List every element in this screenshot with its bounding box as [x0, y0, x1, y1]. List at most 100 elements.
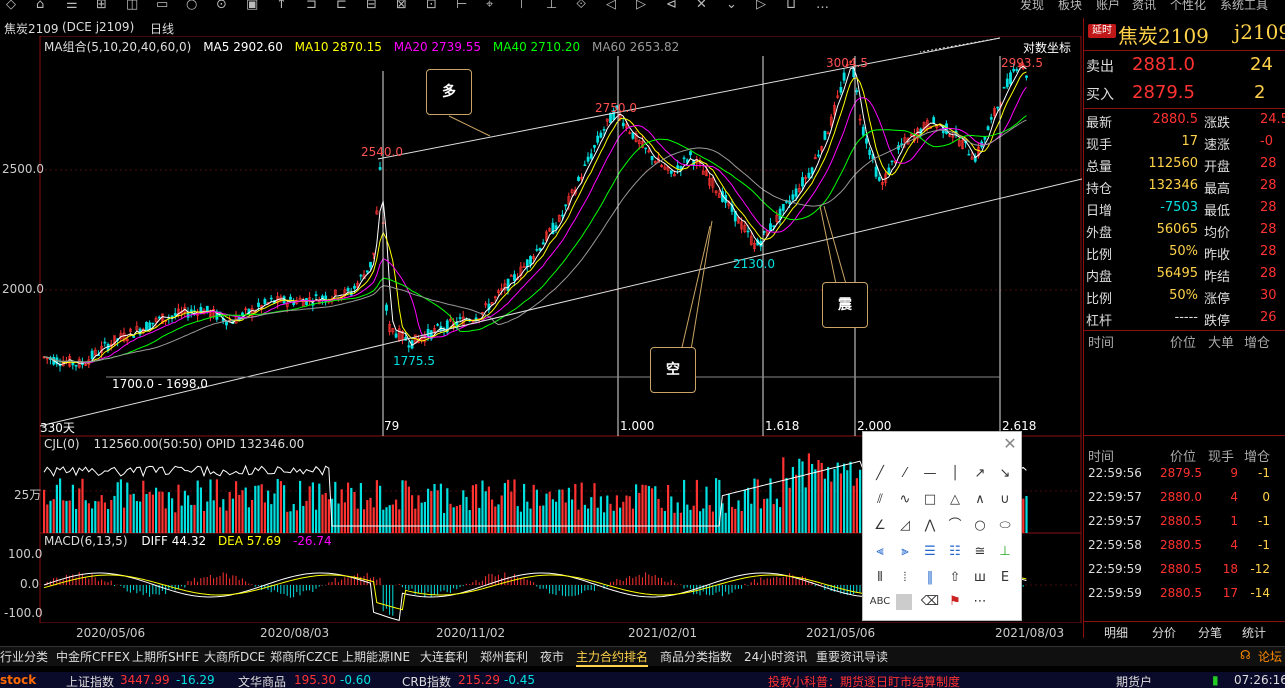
account-type[interactable]: 期货户 — [1116, 673, 1152, 688]
toolbar-icon[interactable]: ✕ — [696, 0, 707, 12]
comb-icon[interactable]: ш — [969, 568, 991, 588]
index2-name[interactable]: 文华商品 — [238, 673, 286, 688]
toolbar-icon[interactable]: ⟐ — [576, 0, 586, 12]
tab-shfe[interactable]: 上期所SHFE — [132, 648, 199, 665]
up-arrow-icon[interactable]: ⇧ — [944, 568, 966, 588]
toolbar-menu-account[interactable]: 账户 — [1096, 0, 1120, 13]
zigzag-icon[interactable]: ∧ — [969, 490, 991, 510]
more-tools-icon[interactable]: ⋯ — [969, 592, 991, 612]
index3-name[interactable]: CRB指数 — [402, 673, 451, 688]
toolbar-icon[interactable]: ⊥ — [546, 0, 557, 12]
toolbar-icon[interactable]: ⊐ — [306, 0, 317, 12]
fib-time-icon[interactable]: ⦙ — [894, 568, 916, 588]
callout-range[interactable]: 震 — [822, 282, 868, 328]
parallel-icon[interactable]: ⫽ — [869, 490, 891, 510]
angle-icon[interactable]: ◿ — [894, 516, 916, 536]
period-lines-icon[interactable]: ⦀ — [869, 568, 891, 588]
toolbar-menu-tools[interactable]: 系统工具 — [1220, 0, 1268, 13]
tab-price[interactable]: 分价 — [1152, 624, 1176, 641]
tab-dalian-arb[interactable]: 大连套利 — [420, 648, 468, 665]
close-icon[interactable]: ✕ — [999, 434, 1021, 454]
fib-retrace-icon[interactable]: ☰ — [919, 542, 941, 562]
toolbar-menu-news[interactable]: 资讯 — [1132, 0, 1156, 13]
toolbar-icon[interactable]: ▷ — [756, 0, 766, 12]
toolbar-icon[interactable]: ⊞ — [96, 0, 107, 12]
tab-ine[interactable]: 上期能源INE — [342, 648, 410, 665]
forum-icon[interactable]: ☊ — [1240, 648, 1251, 662]
eraser-icon[interactable]: ⌫ — [919, 592, 941, 612]
arrow-down-icon[interactable]: ↘ — [994, 464, 1016, 484]
volume-indicator-name[interactable]: CJL(0) — [44, 437, 80, 451]
candlestick-chart[interactable] — [0, 36, 1082, 436]
arc-icon[interactable]: ⌒ — [944, 516, 966, 536]
toolbar-icon[interactable]: ⌖ — [486, 0, 493, 12]
toolbar-icon[interactable]: ◇ — [6, 0, 16, 12]
toolbar-icon[interactable]: ⊢ — [456, 0, 467, 12]
toolbar-icon[interactable]: ⊤ — [516, 0, 527, 12]
tab-tick[interactable]: 分笔 — [1198, 624, 1222, 641]
tab-night[interactable]: 夜市 — [540, 648, 564, 665]
time-zone-icon[interactable]: ‖ — [919, 568, 941, 588]
color-swatch-icon[interactable] — [896, 594, 912, 610]
toolbar-icon[interactable]: ⊡ — [426, 0, 437, 12]
rect-icon[interactable]: □ — [919, 490, 941, 510]
fib-ext-icon[interactable]: ☷ — [944, 542, 966, 562]
bracket-icon[interactable]: Ε — [994, 568, 1016, 588]
gann-icon[interactable]: ∠ — [869, 516, 891, 536]
tab-important-news[interactable]: 重要资讯导读 — [816, 648, 888, 665]
toolbar-icon[interactable]: ⊔ — [786, 0, 796, 12]
toolbar-icon[interactable]: ▷ — [636, 0, 646, 12]
macd-indicator-name[interactable]: MACD(6,13,5) — [44, 534, 128, 548]
toolbar-icon[interactable]: ↑ — [276, 0, 287, 12]
toolbar-icon[interactable]: ◫ — [126, 0, 138, 12]
tab-24h-news[interactable]: 24小时资讯 — [744, 648, 807, 665]
toolbar-icon[interactable]: ⌂ — [36, 0, 44, 12]
triangle-icon[interactable]: △ — [944, 490, 966, 510]
toolbar-icon[interactable]: ○ — [186, 0, 197, 12]
wave-icon[interactable]: ∿ — [894, 490, 916, 510]
callout-bear[interactable]: 空 — [650, 347, 696, 393]
toolbar-icon[interactable]: ⊲ — [666, 0, 677, 12]
tab-commodity-index[interactable]: 商品分类指数 — [660, 648, 732, 665]
peak-icon[interactable]: ⋀ — [919, 516, 941, 536]
hline-icon[interactable]: — — [919, 464, 941, 484]
ma-group-label[interactable]: MA组合(5,10,20,40,60,0) — [44, 40, 191, 54]
toolbar-icon[interactable]: ⊟ — [366, 0, 377, 12]
circle-icon[interactable]: ○ — [969, 516, 991, 536]
tab-dce[interactable]: 大商所DCE — [204, 648, 265, 665]
forum-link[interactable]: 论坛 — [1258, 648, 1282, 665]
tab-stats[interactable]: 统计 — [1242, 624, 1266, 641]
tab-detail[interactable]: 明细 — [1104, 624, 1128, 641]
toolbar-menu-sector[interactable]: 板块 — [1058, 0, 1082, 13]
vline-icon[interactable]: │ — [944, 464, 966, 484]
cup-icon[interactable]: ∪ — [994, 490, 1016, 510]
toolbar-icon[interactable]: ◁ — [606, 0, 616, 12]
toolbar-icon[interactable]: ▣ — [246, 0, 258, 12]
speed-line-icon[interactable]: ⫸ — [894, 542, 916, 562]
toolbar-icon[interactable]: ⊙ — [216, 0, 227, 12]
toolbar-icon[interactable]: ☰ — [66, 0, 78, 12]
text-tool-icon[interactable]: ABC — [869, 592, 891, 612]
flag-icon[interactable]: ⚑ — [944, 592, 966, 612]
ray-icon[interactable]: ⁄ — [894, 464, 916, 484]
tab-industry[interactable]: 行业分类 — [0, 648, 48, 665]
segment-icon[interactable]: ╱ — [869, 464, 891, 484]
toolbar-icon[interactable]: ⌄ — [726, 0, 737, 12]
toolbar-menu-personal[interactable]: 个性化 — [1170, 0, 1206, 13]
channel-icon[interactable]: ≅ — [969, 542, 991, 562]
tab-main-ranking[interactable]: 主力合约排名 — [576, 648, 649, 667]
callout-bull[interactable]: 多 — [426, 69, 472, 115]
period-selector[interactable]: 日线 — [150, 20, 174, 37]
log-coord-toggle[interactable]: 对数坐标 — [1023, 39, 1071, 56]
gann-box-icon[interactable]: ⊥ — [994, 542, 1016, 562]
fib-fan-icon[interactable]: ⫷ — [869, 542, 891, 562]
tab-czce[interactable]: 郑商所CZCE — [270, 648, 339, 665]
toolbar-icon[interactable]: ⊠ — [396, 0, 407, 12]
tab-cffex[interactable]: 中金所CFFEX — [56, 648, 130, 665]
notice-ticker[interactable]: 投教小科普：期货逐日盯市结算制度 — [768, 673, 960, 688]
ellipse-icon[interactable]: ⬭ — [994, 516, 1016, 536]
toolbar-menu-discover[interactable]: 发现 — [1020, 0, 1044, 13]
index1-name[interactable]: 上证指数 — [66, 673, 114, 688]
tab-zhengzhou-arb[interactable]: 郑州套利 — [480, 648, 528, 665]
more-icon[interactable]: … — [816, 0, 829, 12]
